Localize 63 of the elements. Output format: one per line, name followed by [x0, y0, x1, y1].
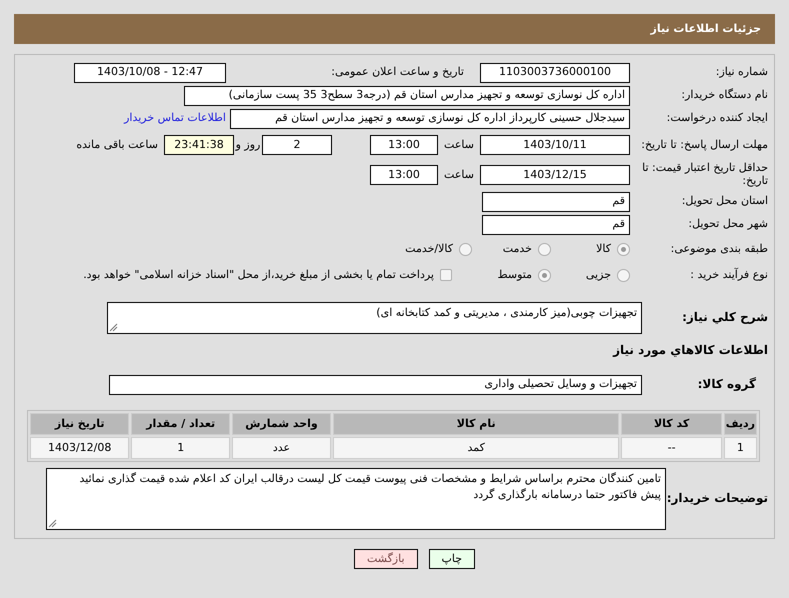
table-cell: عدد — [232, 437, 331, 459]
value-field[interactable]: 13:00 — [370, 135, 438, 155]
option-label: جزیی — [584, 266, 611, 283]
field-label: شرح کلي نياز: — [681, 311, 769, 325]
field-label: طبقه بندی موضوعی: — [670, 242, 769, 256]
field-label: شماره نیاز: — [714, 66, 769, 79]
table-cell: کمد — [332, 437, 620, 459]
radio-button[interactable] — [459, 242, 472, 256]
resize-grip-icon[interactable] — [109, 323, 118, 332]
radio-button[interactable] — [538, 268, 551, 282]
field-label: حداقل تاریخ اعتبار قیمت: تا تاریخ: — [641, 162, 769, 188]
field-label: گروه کالا: — [696, 378, 757, 392]
contact-link[interactable]: اطلاعات تماس خریدار — [124, 110, 226, 127]
radio-button[interactable] — [617, 268, 630, 282]
field-label: استان محل تحویل: — [680, 195, 769, 208]
field-label: ساعت باقی مانده — [76, 136, 158, 153]
column-header: ردیف — [724, 413, 757, 435]
value-field[interactable]: 1403/10/11 — [480, 135, 630, 155]
column-header: واحد شمارش — [232, 413, 331, 435]
value-field[interactable]: 1103003736000100 — [480, 62, 630, 82]
checkbox-label: پرداخت تمام یا بخشی از مبلغ خرید،از محل "اسناد خزانه اسلامی" خواهد بود. — [83, 266, 434, 283]
column-header: نام کالا — [332, 413, 620, 435]
table-cell: 1 — [131, 437, 230, 459]
field-label: ساعت — [443, 166, 475, 183]
column-header: کد کالا — [621, 413, 722, 435]
value-field[interactable]: 1403/10/08 - 12:47 — [74, 62, 226, 82]
option-label: کالا — [595, 240, 611, 257]
notes-field[interactable]: تامین کنندگان محترم براساس شرایط و مشخصات فنی پیوست قیمت کل لیست درقالب ایران کد اعلام شده قیمت گذاری نمائید پیش فاکتور حتما درسامانه بارگذاری گردد — [46, 468, 666, 530]
back-button[interactable]: بازگشت — [354, 549, 418, 569]
table-cell: 1 — [724, 437, 757, 459]
field-label: روز و — [234, 136, 262, 153]
value-field[interactable]: 13:00 — [370, 165, 438, 185]
radio-button[interactable] — [538, 242, 551, 256]
column-header: تعداد / مقدار — [131, 413, 230, 435]
value-field[interactable]: 2 — [262, 135, 332, 155]
column-header: تاریخ نیاز — [30, 413, 130, 435]
print-button[interactable]: چاپ — [428, 549, 476, 569]
option-label: خدمت — [502, 240, 532, 257]
field-label: تاریخ و ساعت اعلان عمومی: — [330, 66, 465, 79]
description-field[interactable]: تجهیزات چوبی(میز کارمندی ، مدیریتی و کمد کتابخانه ای) — [107, 302, 642, 334]
option-label: متوسط — [496, 266, 532, 283]
field-label: نام دستگاه خریدار: — [680, 89, 769, 102]
value-field[interactable]: سیدجلال حسینی کارپرداز اداره کل نوسازی توسعه و تجهیز مدارس استان قم — [230, 108, 630, 128]
field-label: شهر محل تحویل: — [687, 218, 769, 231]
table-cell: -- — [621, 437, 722, 459]
field-label: نوع فرآیند خرید : — [689, 268, 769, 282]
section-title: اطلاعات کالاهاي مورد نياز — [613, 342, 769, 358]
value-field[interactable]: قم — [482, 214, 630, 234]
checkbox[interactable] — [440, 269, 452, 281]
resize-grip-icon[interactable] — [48, 519, 57, 528]
value-field[interactable]: اداره کل نوسازی توسعه و تجهیز مدارس استان قم (درجه3 سطح3 35 پست سازمانی) — [184, 86, 630, 106]
field-label: توضیحات خریدار: — [666, 492, 769, 506]
value-field[interactable]: تجهیزات و وسایل تحصیلی واداری — [109, 374, 642, 394]
option-label: کالا/خدمت — [404, 240, 453, 257]
value-field[interactable]: 23:41:38 — [164, 135, 234, 155]
table-cell: 1403/12/08 — [30, 437, 130, 459]
page-header: جزئیات اطلاعات نیاز — [14, 14, 775, 44]
value-field[interactable]: قم — [482, 192, 630, 212]
radio-button[interactable] — [617, 242, 630, 256]
value-field[interactable]: 1403/12/15 — [480, 165, 630, 185]
field-label: مهلت ارسال پاسخ: تا تاریخ: — [640, 138, 769, 152]
field-label: ایجاد کننده درخواست: — [666, 112, 769, 125]
field-label: ساعت — [443, 136, 475, 153]
